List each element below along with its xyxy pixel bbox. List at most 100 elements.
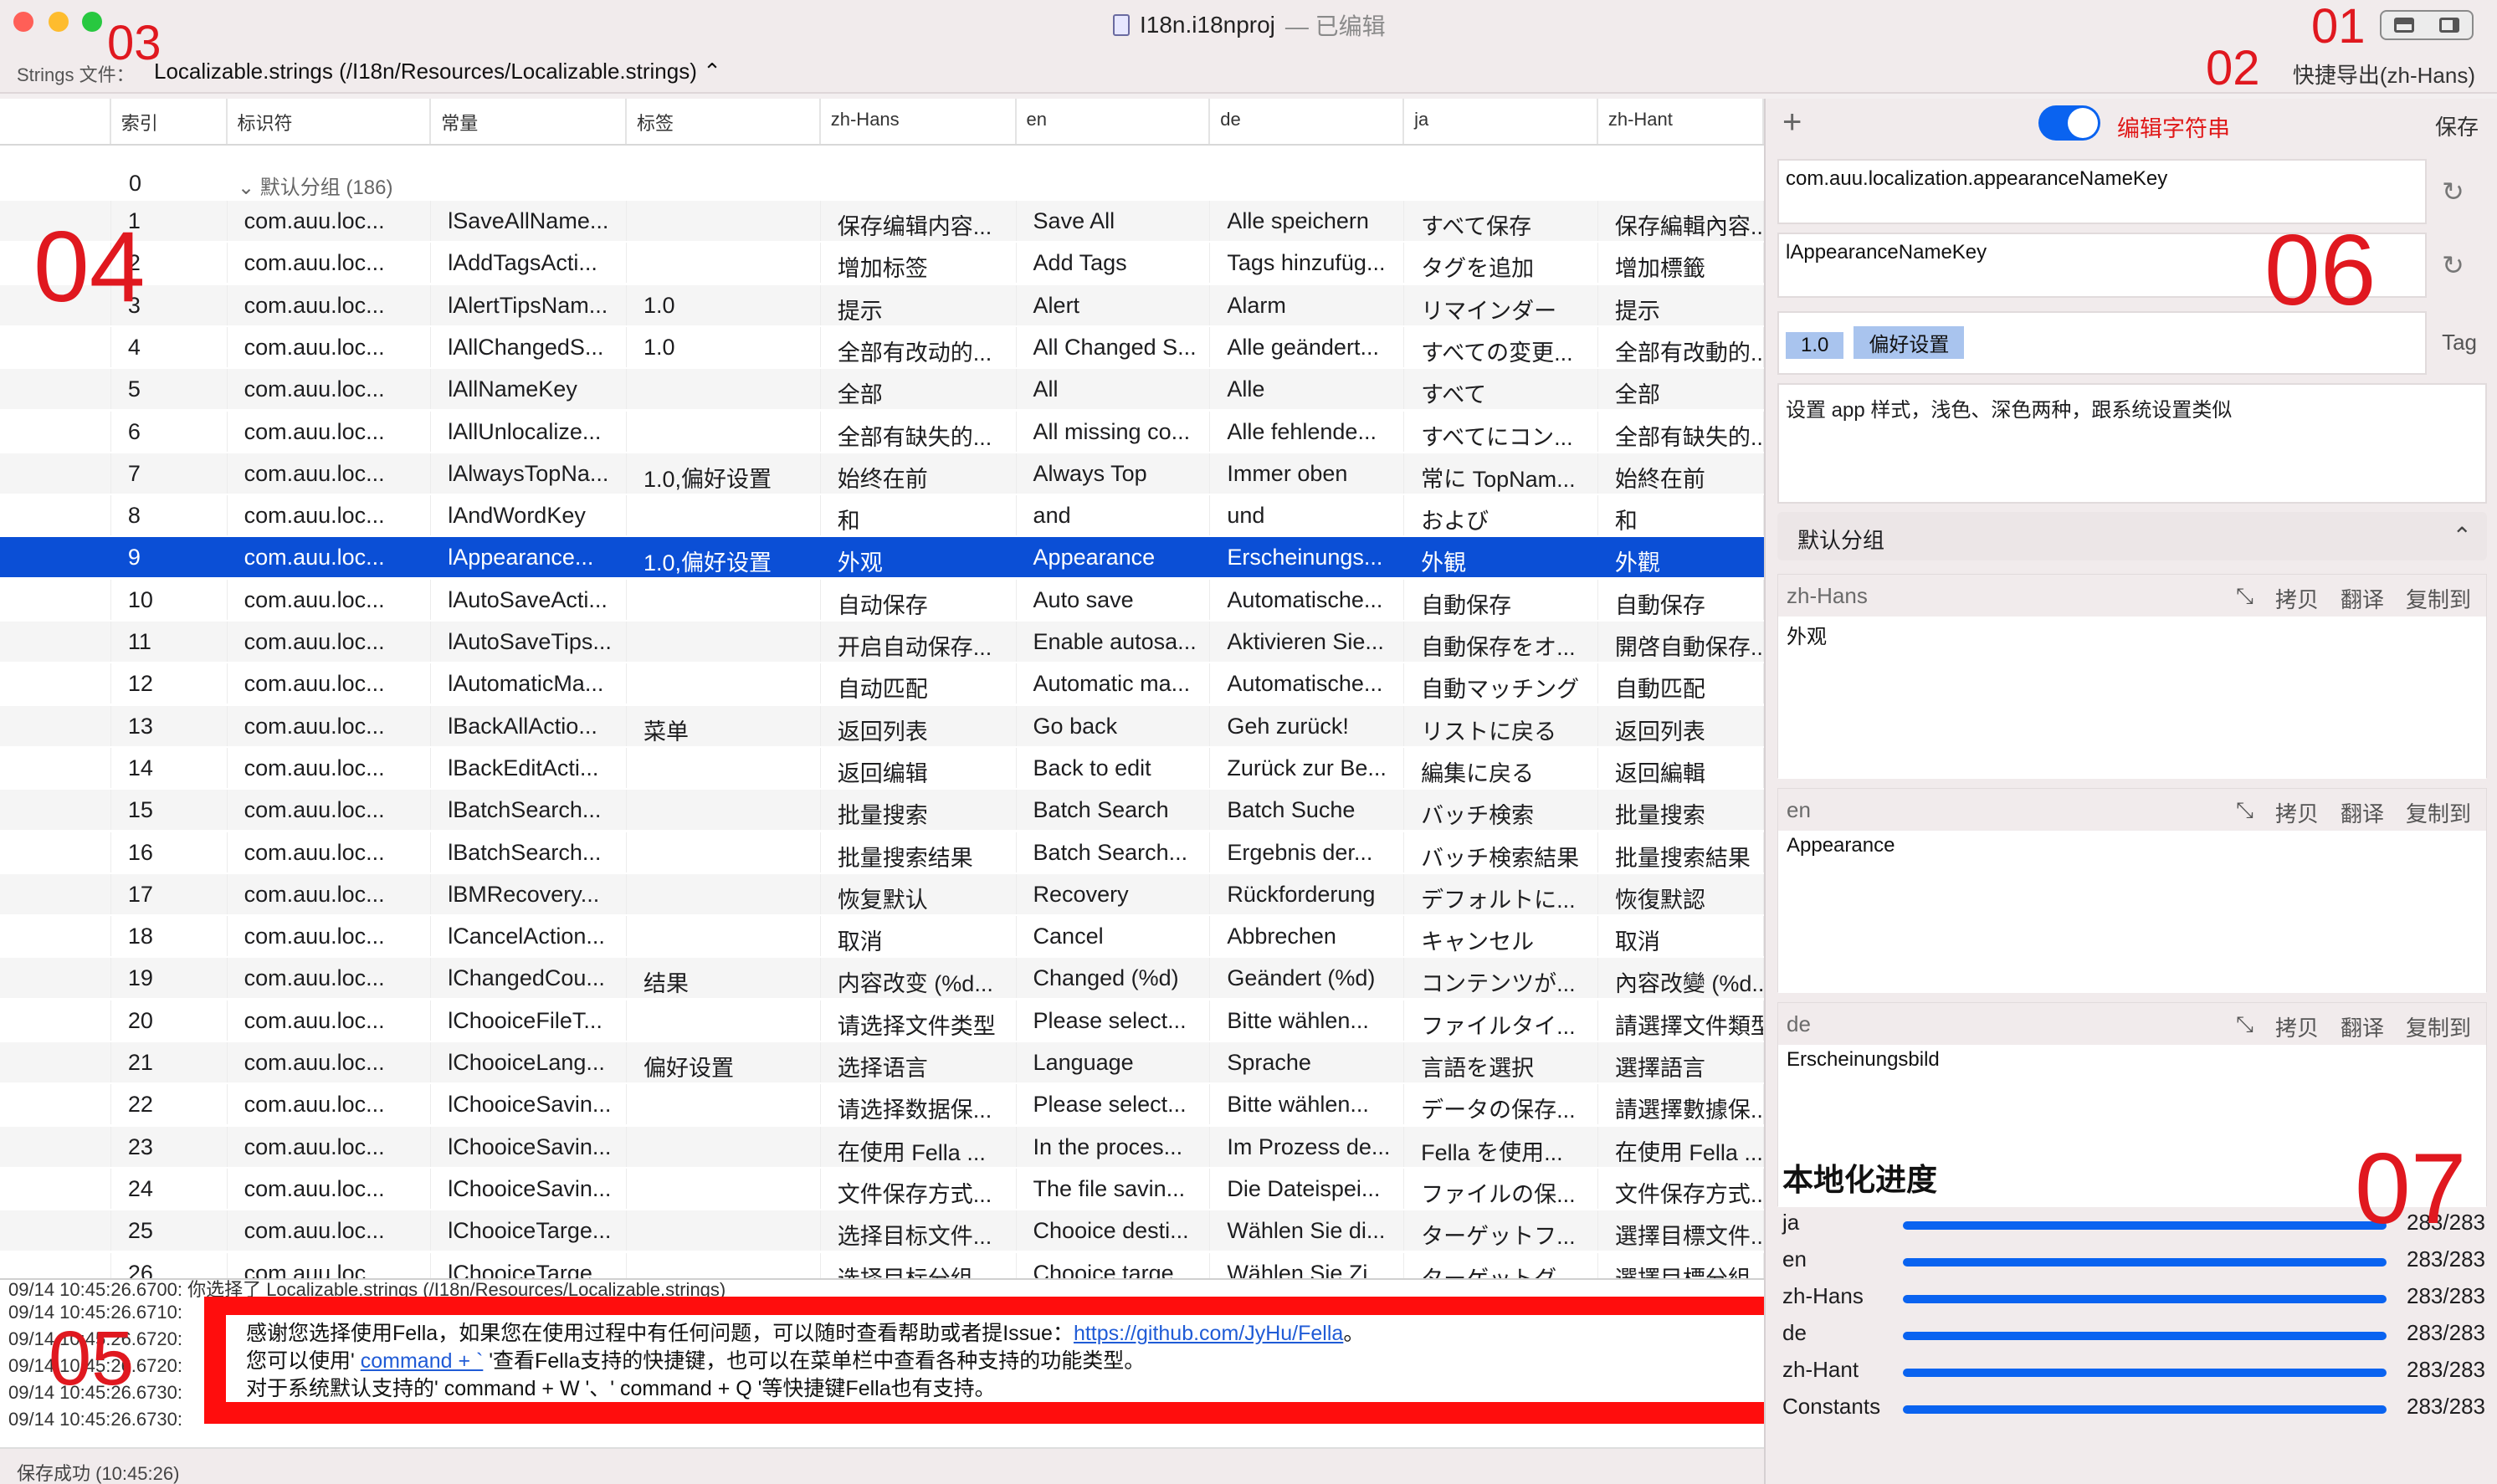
table-cell[interactable] [627,579,821,620]
table-cell[interactable]: コンテンツが... [1404,958,1598,999]
table-row[interactable]: 9 com.auu.loc... lAppearance... 1.0,偏好设置 外观 A… [0,537,1764,578]
table-cell[interactable]: 请选择文件类型 [821,1000,1017,1041]
description-field[interactable]: 设置 app 样式，浅色、深色两种，跟系统设置类似 [1777,383,2487,504]
table-cell[interactable]: All Changed S... [1017,326,1211,367]
table-cell[interactable] [627,832,821,872]
table-cell[interactable]: Sprache [1210,1042,1405,1082]
column-header[interactable]: 标识符 [228,99,432,144]
table-cell[interactable] [627,243,821,284]
table-cell[interactable]: lAlertTipsNam... [431,284,628,325]
table-cell[interactable]: 選擇目標文件... [1598,1210,1764,1251]
layout-toggle-button[interactable] [2380,10,2474,40]
table-cell[interactable]: com.auu.loc... [228,958,432,999]
table-cell[interactable]: 25 [111,1210,228,1251]
table-row[interactable]: 15 com.auu.loc... lBatchSearch... 批量搜索 Batch… [0,790,1764,831]
table-cell[interactable]: 自動マッチング [1404,663,1598,704]
table-cell[interactable]: lSaveAllName... [431,201,628,241]
table-cell[interactable]: und [1210,495,1405,536]
table-cell[interactable]: 恢復默認 [1598,873,1764,914]
table-cell[interactable]: 自動保存をオ... [1404,622,1598,662]
table-cell[interactable]: com.auu.loc... [228,1126,432,1167]
expand-icon[interactable]: ⤡ [2236,797,2253,828]
column-header[interactable]: zh-Hant [1598,99,1764,144]
column-header[interactable]: 常量 [431,99,627,144]
column-header[interactable]: ja [1404,99,1598,144]
table-cell[interactable]: lBackAllActio... [431,705,628,746]
table-cell[interactable]: Automatische... [1210,579,1405,620]
table-cell[interactable]: Aktivieren Sie... [1210,622,1405,662]
table-cell[interactable]: 内容改变 (%d... [821,958,1017,999]
table-cell[interactable]: 選擇語言 [1598,1042,1764,1082]
table-cell[interactable] [627,495,821,536]
table-cell[interactable]: com.auu.loc... [228,747,432,788]
table-cell[interactable]: 始终在前 [821,453,1017,494]
table-cell[interactable]: 批量搜索 [1598,790,1764,831]
column-header[interactable]: en [1017,99,1211,144]
table-row[interactable]: 14 com.auu.loc... lBackEditActi... 返回编辑 Back… [0,747,1764,788]
table-cell[interactable]: 6 [111,411,228,452]
table-cell[interactable]: Alarm [1210,284,1405,325]
table-row[interactable]: 22 com.auu.loc... lChooiceSavin... 请选择数据保..… [0,1084,1764,1125]
table-cell[interactable]: 10 [111,579,228,620]
table-cell[interactable]: com.auu.loc... [228,369,432,410]
table-cell[interactable]: バッチ検索 [1404,790,1598,831]
table-cell[interactable] [627,1168,821,1209]
table-cell[interactable]: 16 [111,832,228,872]
table-cell[interactable]: Appearance [1017,537,1211,577]
table-cell[interactable] [627,916,821,957]
table-cell[interactable]: lAllNameKey [431,369,628,410]
language-action-button[interactable]: 复制到 [2406,797,2471,828]
table-cell[interactable]: 返回列表 [821,705,1017,746]
table-cell[interactable]: 结果 [627,958,821,999]
table-cell[interactable]: Die Dateispei... [1210,1168,1405,1209]
table-cell[interactable]: 5 [111,369,228,410]
table-cell[interactable]: Batch Search [1017,790,1211,831]
table-row[interactable]: 6 com.auu.loc... lAllUnlocalize... 全部有缺失的..… [0,411,1764,452]
table-cell[interactable]: lBatchSearch... [431,790,628,831]
table-cell[interactable]: and [1017,495,1211,536]
tag-chip[interactable]: 偏好设置 [1854,326,1965,359]
table-cell[interactable] [627,369,821,410]
table-cell[interactable]: 取消 [821,916,1017,957]
language-value-field[interactable]: 外观 [1778,617,2486,779]
table-cell[interactable]: Im Prozess de... [1210,1126,1405,1167]
table-cell[interactable]: 1.0 [627,284,821,325]
table-cell[interactable]: すべて保存 [1404,201,1598,241]
table-cell[interactable]: Chooice desti... [1017,1210,1211,1251]
language-action-button[interactable]: 拷贝 [2275,797,2319,828]
table-cell[interactable]: 15 [111,790,228,831]
table-cell[interactable]: Save All [1017,201,1211,241]
table-cell[interactable]: 23 [111,1126,228,1167]
table-cell[interactable] [627,873,821,914]
table-cell[interactable]: 偏好设置 [627,1042,821,1082]
table-cell[interactable]: com.auu.loc... [228,537,432,577]
language-action-button[interactable]: 复制到 [2406,1011,2471,1042]
table-cell[interactable]: Alle fehlende... [1210,411,1405,452]
table-cell[interactable]: 19 [111,958,228,999]
save-button[interactable]: 保存 [2435,110,2479,141]
table-cell[interactable]: Always Top [1017,453,1211,494]
table-cell[interactable]: com.auu.loc... [228,916,432,957]
table-cell[interactable] [627,747,821,788]
table-cell[interactable]: 26 [111,1252,228,1278]
table-cell[interactable]: すべてにコン... [1404,411,1598,452]
table-cell[interactable]: および [1404,495,1598,536]
table-cell[interactable]: 文件保存方式... [821,1168,1017,1209]
table-cell[interactable]: 全部有改動的... [1598,326,1764,367]
table-cell[interactable]: 外观 [821,537,1017,577]
table-cell[interactable]: データの保存... [1404,1084,1598,1125]
table-cell[interactable]: com.auu.loc... [228,1000,432,1041]
table-cell[interactable]: Back to edit [1017,747,1211,788]
table-cell[interactable]: Rückforderung [1210,873,1405,914]
table-row[interactable]: 17 com.auu.loc... lBMRecovery... 恢复默认 Recove… [0,873,1764,914]
language-value-field[interactable]: Appearance [1778,831,2486,993]
table-cell[interactable]: 自动保存 [821,579,1017,620]
table-cell[interactable]: lAppearance... [431,537,627,577]
table-cell[interactable]: com.auu.loc... [228,1084,432,1125]
language-action-button[interactable]: 翻译 [2341,797,2384,828]
table-cell[interactable]: com.auu.loc... [228,622,432,662]
table-cell[interactable]: Go back [1017,705,1211,746]
table-cell[interactable]: Enable autosa... [1017,622,1211,662]
table-cell[interactable]: 24 [111,1168,228,1209]
table-cell[interactable]: 和 [821,495,1017,536]
